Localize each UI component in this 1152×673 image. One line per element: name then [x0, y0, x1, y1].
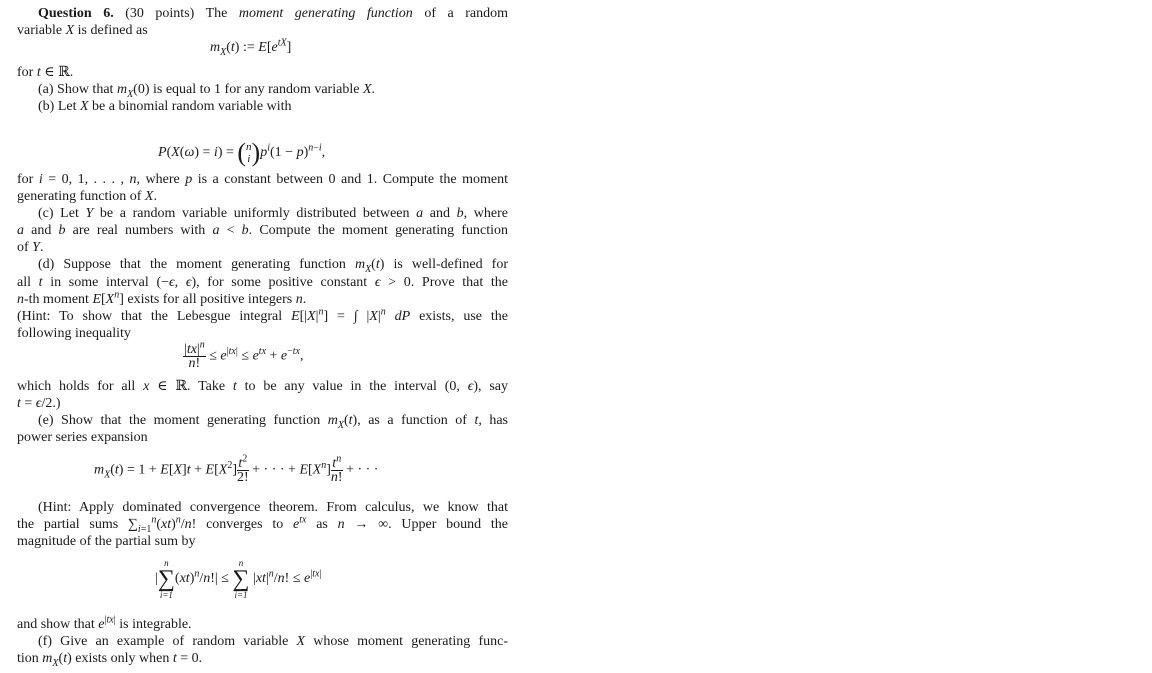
question-number: Question 6. — [38, 6, 114, 21]
part-a: (a) Show that mX(0) is equal to 1 for an… — [38, 82, 375, 100]
part-e-hint2: the partial sums ∑i=1n(xt)n/n! converges… — [17, 514, 508, 535]
part-b-line2: generating function of X. — [17, 189, 157, 204]
partial-sum-bound: | n ∑ i=1 (xt)n/n!| ≤ n ∑ i=1 |xt|n/n! ≤ e|tx| — [155, 558, 322, 600]
inequality: |tx|n n! ≤ e|tx| ≤ etx + e−tx, — [183, 339, 304, 371]
part-e-line2: power series expansion — [17, 430, 148, 445]
part-e-hint3: magnitude of the partial sum by — [17, 534, 196, 549]
mgf-definition: mX(t) := E[etX] — [210, 37, 292, 58]
intro-text-end: of a random — [424, 6, 509, 21]
key-term: moment generating function — [238, 6, 413, 21]
part-b-intro: (b) Let X be a binomial random variable … — [38, 99, 292, 114]
part-c-line2: a and b are real numbers with a < b. Com… — [17, 223, 508, 238]
part-f-line1: (f) Give an example of random variable X… — [38, 634, 508, 649]
power-series: mX(t) = 1 + E[X]t + E[X2] t2 2! + · · · + … — [94, 453, 379, 485]
part-d-hint1: (Hint: To show that the Lebesgue integra… — [17, 306, 508, 324]
question-heading-line: Question 6. (30 points) The moment gener… — [38, 6, 508, 22]
intro-text: The — [205, 6, 228, 21]
binomial-pmf: P(X(ω) = i) = (n i)pi(1 − p)n−i, — [158, 138, 326, 167]
part-c-line1: (c) Let Y be a random variable uniformly… — [38, 206, 508, 221]
part-d-line1: (d) Suppose that the moment generating f… — [38, 257, 508, 275]
part-d-line2: all t in some interval (−ϵ, ϵ), for some… — [17, 275, 509, 290]
part-b-line1: for i = 0, 1, . . . , n, where p is a co… — [17, 172, 508, 187]
intro-line-2: variable X is defined as — [17, 23, 148, 38]
question-document: Question 6. (30 points) The moment gener… — [0, 0, 520, 673]
part-d-after1: which holds for all x ∈ ℝ. Take t to be … — [17, 379, 509, 394]
part-c-line3: of Y. — [17, 240, 44, 255]
part-d-after2: t = ϵ/2.) — [17, 396, 61, 411]
part-f-line2: tion mX(t) exists only when t = 0. — [17, 651, 203, 669]
question-points: (30 points) — [125, 6, 195, 21]
part-d-hint2: following inequality — [17, 326, 131, 341]
part-d-line3: n-th moment E[Xn] exists for all positiv… — [17, 289, 307, 307]
part-e-after: and show that e|tx| is integrable. — [17, 614, 192, 632]
domain-line: for t ∈ ℝ. — [17, 65, 74, 80]
part-e-line1: (e) Show that the moment generating func… — [38, 413, 508, 431]
part-e-hint1: (Hint: Apply dominated convergence theor… — [38, 500, 508, 515]
